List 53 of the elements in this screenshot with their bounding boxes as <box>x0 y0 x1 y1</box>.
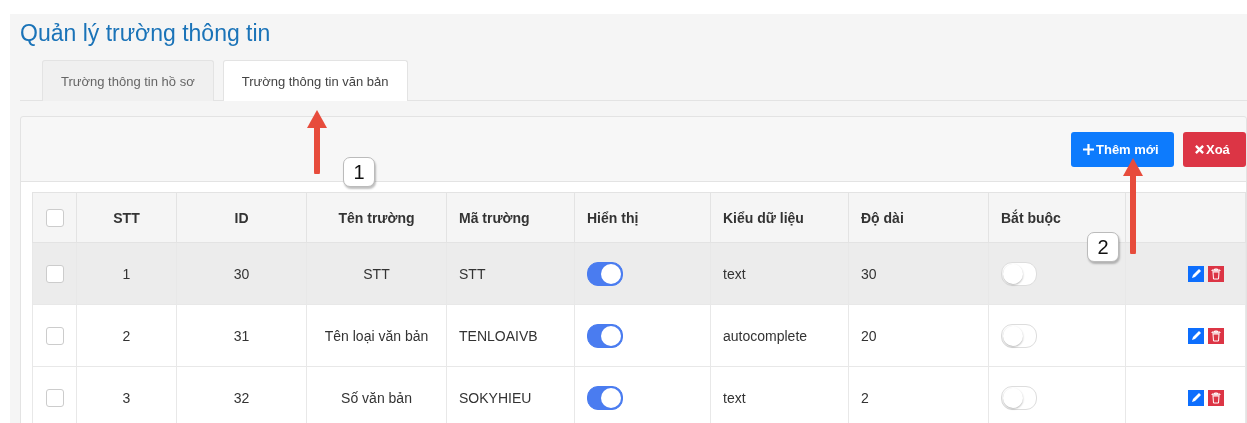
edit-icon[interactable] <box>1187 328 1204 345</box>
column-header: Kiểu dữ liệu <box>710 192 849 243</box>
table-cell: STT <box>363 265 390 282</box>
column-header: Tên trường <box>306 192 447 243</box>
table-cell: 1 <box>122 265 131 282</box>
table-cell: 31 <box>233 327 250 344</box>
table-cell: autocomplete <box>723 327 808 344</box>
select-all-checkbox[interactable] <box>45 208 64 227</box>
table-cell: 2 <box>122 327 131 344</box>
required-toggle[interactable] <box>1001 385 1037 410</box>
visible-toggle[interactable] <box>587 323 623 348</box>
arrow-icon <box>307 110 327 174</box>
trash-icon[interactable] <box>1207 390 1224 407</box>
trash-icon[interactable] <box>1207 266 1224 283</box>
column-header: Độ dài <box>848 192 989 243</box>
plus-icon <box>1083 143 1094 155</box>
table-row[interactable]: 3 32 Số văn bản SOKYHIEU text 2 <box>32 366 1246 423</box>
table-cell: Số văn bản <box>341 389 412 406</box>
table-cell: 32 <box>233 389 250 406</box>
table-cell: 30 <box>861 265 877 282</box>
column-header: Hiển thị <box>574 192 711 243</box>
column-header: STT <box>76 192 177 243</box>
add-button[interactable]: Thêm mới <box>1071 131 1174 167</box>
table-cell: Tên loại văn bản <box>324 327 429 344</box>
required-toggle[interactable] <box>1001 323 1037 348</box>
required-toggle[interactable] <box>1001 261 1037 286</box>
row-checkbox[interactable] <box>45 326 64 345</box>
callout-label: 1 <box>343 157 375 187</box>
table-cell: STT <box>459 265 486 282</box>
row-checkbox[interactable] <box>45 264 64 283</box>
tab[interactable]: Trường thông tin văn bản <box>222 60 408 101</box>
column-header: ID <box>176 192 307 243</box>
arrow-icon <box>1123 158 1143 254</box>
edit-icon[interactable] <box>1187 266 1204 283</box>
table-cell: text <box>723 389 746 406</box>
table-cell: text <box>723 265 746 282</box>
visible-toggle[interactable] <box>587 385 623 410</box>
edit-icon[interactable] <box>1187 390 1204 407</box>
table-cell: SOKYHIEU <box>459 389 532 406</box>
table-cell: 3 <box>122 389 131 406</box>
column-header: Mã trường <box>446 192 575 243</box>
page-title: Quản lý trường thông tin <box>20 19 272 48</box>
table-row[interactable]: 2 31 Tên loại văn bản TENLOAIVB autocomplete 20 <box>32 304 1246 367</box>
table-cell: 2 <box>861 389 869 406</box>
visible-toggle[interactable] <box>587 261 623 286</box>
close-icon <box>1195 144 1204 154</box>
table-cell: 30 <box>233 265 250 282</box>
delete-button[interactable]: Xoá <box>1183 131 1246 167</box>
table-cell: 20 <box>861 327 877 344</box>
tab[interactable]: Trường thông tin hồ sơ <box>42 60 214 101</box>
trash-icon[interactable] <box>1207 328 1224 345</box>
row-checkbox[interactable] <box>45 388 64 407</box>
table-cell: TENLOAIVB <box>459 327 538 344</box>
